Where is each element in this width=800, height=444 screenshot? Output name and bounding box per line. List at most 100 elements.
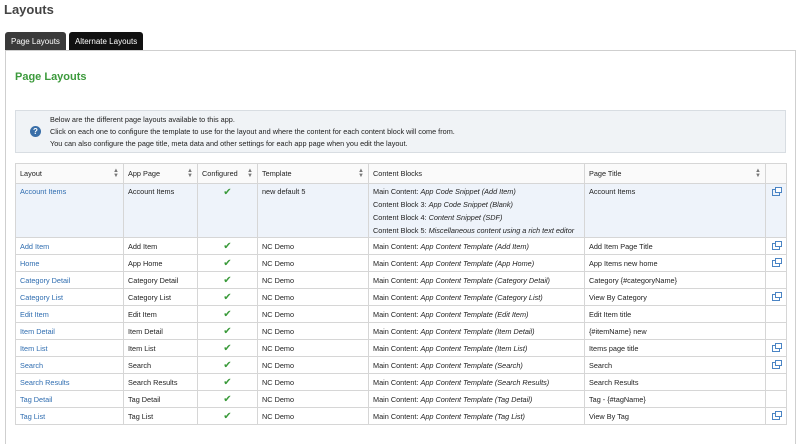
info-icon: ? [30, 126, 41, 137]
configured-cell: ✔ [197, 305, 258, 323]
table-row[interactable]: Tag List Tag List ✔ NC Demo Main Content: Ap… [15, 407, 787, 425]
checkmark-icon: ✔ [223, 359, 232, 371]
checkmark-icon: ✔ [223, 257, 232, 269]
table-row[interactable]: Category Detail Category Detail ✔ NC Demo Ma… [15, 271, 787, 289]
content-block-line: Main Content: App Content Template (Cate… [373, 276, 580, 285]
column-header-layout[interactable]: Layout ▲ ▼ [15, 163, 124, 184]
content-block-line: Content Block 5: Miscellaneous content u… [373, 224, 580, 237]
content-block-label: Main Content: [373, 275, 421, 285]
content-block-value: App Content Template (Category Detail) [420, 275, 550, 285]
table-row[interactable]: Search Search ✔ NC Demo Main Content: App Co… [15, 356, 787, 374]
page-title-cell: View By Category [584, 288, 766, 306]
column-header-page-title[interactable]: Page Title ▲ ▼ [584, 163, 766, 184]
column-header-content-blocks[interactable]: Content Blocks [368, 163, 585, 184]
page-title-cell: Account Items [584, 183, 766, 238]
info-box: ? Below are the different page layouts a… [15, 110, 786, 153]
content-block-line: Main Content: App Content Template (Item… [373, 344, 580, 353]
tab-bar: Page Layouts Alternate Layouts [5, 32, 144, 50]
table-row[interactable]: Add Item Add Item ✔ NC Demo Main Content: Ap… [15, 237, 787, 255]
sort-icon[interactable]: ▲ ▼ [247, 168, 253, 179]
configured-cell: ✔ [197, 373, 258, 391]
checkmark-icon: ✔ [223, 187, 232, 198]
action-cell [765, 254, 787, 272]
content-block-line: Main Content: App Content Template (Edit… [373, 310, 580, 319]
layout-name-link[interactable]: Tag Detail [15, 390, 124, 408]
external-link-icon[interactable] [771, 241, 782, 250]
tab-page-layouts[interactable]: Page Layouts [5, 32, 66, 50]
table-row[interactable]: Item Detail Item Detail ✔ NC Demo Main Conte… [15, 322, 787, 340]
external-link-icon[interactable] [771, 343, 782, 352]
content-block-label: Main Content: [373, 411, 421, 421]
content-blocks-cell: Main Content: App Content Template (Sear… [368, 373, 585, 391]
content-block-line: Main Content: App Content Template (Add … [373, 242, 580, 251]
configured-cell: ✔ [197, 356, 258, 374]
app-page-cell: Account Items [123, 183, 198, 238]
content-block-label: Main Content: [373, 187, 421, 196]
layout-name-link[interactable]: Home [15, 254, 124, 272]
checkmark-icon: ✔ [223, 410, 232, 422]
external-link-icon[interactable] [771, 360, 782, 369]
page-title-cell: Edit Item title [584, 305, 766, 323]
action-cell [765, 237, 787, 255]
layout-name-link[interactable]: Edit Item [15, 305, 124, 323]
content-blocks-cell: Main Content: App Content Template (Item… [368, 322, 585, 340]
layout-name-link[interactable]: Tag List [15, 407, 124, 425]
table-row[interactable]: Item List Item List ✔ NC Demo Main Content: … [15, 339, 787, 357]
sort-icon[interactable]: ▲ ▼ [755, 168, 761, 179]
column-header-template[interactable]: Template ▲ ▼ [257, 163, 369, 184]
column-header-actions [765, 163, 787, 184]
layout-name-link[interactable]: Item List [15, 339, 124, 357]
configured-cell: ✔ [197, 339, 258, 357]
sort-icon[interactable]: ▲ ▼ [187, 168, 193, 179]
action-cell [765, 373, 787, 391]
content-block-label: Main Content: [373, 377, 421, 387]
content-block-label: Main Content: [373, 394, 421, 404]
info-line: Below are the different page layouts ava… [50, 115, 235, 124]
layout-name-link[interactable]: Add Item [15, 237, 124, 255]
content-block-line: Main Content: App Content Template (Tag … [373, 395, 580, 404]
table-row[interactable]: Search Results Search Results ✔ NC Demo Main… [15, 373, 787, 391]
content-block-value: App Content Template (Tag Detail) [420, 394, 533, 404]
checkmark-icon: ✔ [223, 325, 232, 337]
content-blocks-cell: Main Content: App Content Template (Sear… [368, 356, 585, 374]
page-title-cell: View By Tag [584, 407, 766, 425]
configured-cell: ✔ [197, 407, 258, 425]
action-cell [765, 390, 787, 408]
content-block-value: App Content Template (Edit Item) [420, 309, 529, 319]
table-row[interactable]: Home App Home ✔ NC Demo Main Content: App Co… [15, 254, 787, 272]
column-header-app-page[interactable]: App Page ▲ ▼ [123, 163, 198, 184]
page-title-cell: Items page title [584, 339, 766, 357]
table-row[interactable]: Account Items Account Items ✔ new default 5… [15, 183, 787, 238]
configured-cell: ✔ [197, 237, 258, 255]
layout-name-link[interactable]: Category Detail [15, 271, 124, 289]
external-link-icon[interactable] [771, 187, 782, 196]
content-blocks-cell: Main Content: App Content Template (Cate… [368, 288, 585, 306]
layout-name-link[interactable]: Item Detail [15, 322, 124, 340]
template-cell: NC Demo [257, 339, 369, 357]
layout-name-link[interactable]: Search Results [15, 373, 124, 391]
content-block-line: Main Content: App Content Template (Item… [373, 327, 580, 336]
template-cell: NC Demo [257, 407, 369, 425]
template-cell: NC Demo [257, 288, 369, 306]
content-blocks-cell: Main Content: App Content Template (Tag … [368, 390, 585, 408]
table-row[interactable]: Category List Category List ✔ NC Demo Main C… [15, 288, 787, 306]
checkmark-icon: ✔ [223, 376, 232, 388]
page-title-cell: Tag - {#tagName} [584, 390, 766, 408]
layout-name-link[interactable]: Search [15, 356, 124, 374]
content-block-value: App Code Snippet (Add Item) [420, 187, 516, 196]
action-cell [765, 183, 787, 238]
external-link-icon[interactable] [771, 292, 782, 301]
layout-name-link[interactable]: Account Items [15, 183, 124, 238]
sort-icon[interactable]: ▲ ▼ [358, 168, 364, 179]
content-block-value: App Content Template (Add Item) [420, 241, 529, 251]
content-block-value: App Content Template (Search Results) [420, 377, 550, 387]
tab-alternate-layouts[interactable]: Alternate Layouts [68, 32, 144, 50]
layout-name-link[interactable]: Category List [15, 288, 124, 306]
table-row[interactable]: Tag Detail Tag Detail ✔ NC Demo Main Content… [15, 390, 787, 408]
panel-title: Page Layouts [15, 71, 87, 83]
table-row[interactable]: Edit Item Edit Item ✔ NC Demo Main Content: … [15, 305, 787, 323]
sort-icon[interactable]: ▲ ▼ [113, 168, 119, 179]
external-link-icon[interactable] [771, 258, 782, 267]
column-header-configured[interactable]: Configured ▲ ▼ [197, 163, 258, 184]
external-link-icon[interactable] [771, 411, 782, 420]
